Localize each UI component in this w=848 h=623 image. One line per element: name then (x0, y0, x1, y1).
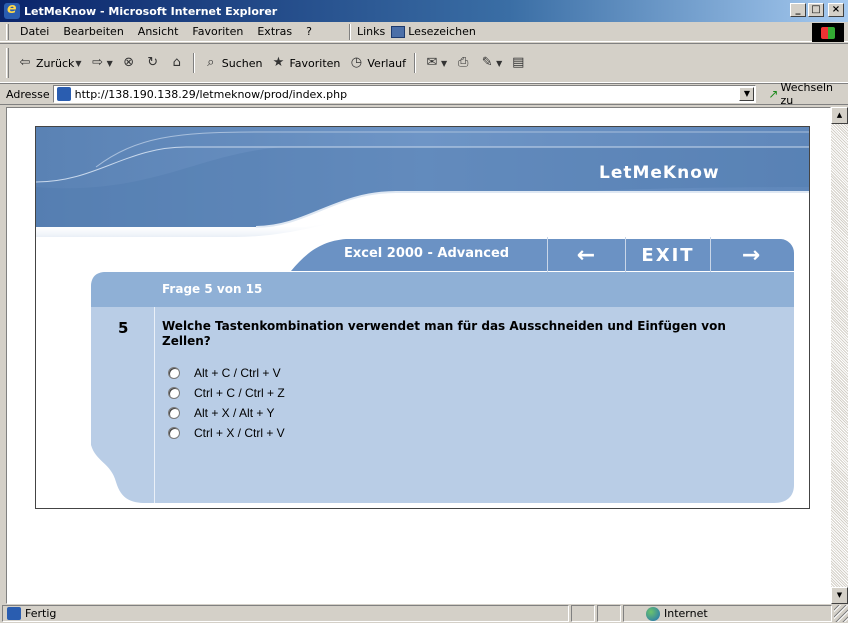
menu-datei[interactable]: Datei (13, 25, 56, 38)
address-bar: Adresse http://138.190.138.29/letmeknow/… (0, 81, 848, 107)
history-label: Verlauf (367, 56, 406, 70)
resize-grip-icon[interactable] (834, 605, 848, 622)
zone-label: Internet (663, 607, 708, 620)
answer-option[interactable]: Ctrl + X / Ctrl + V (168, 423, 285, 443)
forward-button[interactable]: ⇨ ▼ (86, 52, 117, 74)
search-icon: ⌕ (207, 55, 215, 70)
discuss-icon: ▤ (512, 55, 525, 70)
page-status-icon (7, 607, 21, 620)
mail-button[interactable]: ✉ ▼ (420, 52, 451, 74)
question-number: 5 (118, 319, 129, 337)
standard-toolbar: ⇦ Zurück ▼ ⇨ ▼ ⊗ ↻ ⌂ ⌕ Suchen ★ Favorite… (0, 43, 848, 83)
links-label[interactable]: Links (357, 25, 385, 38)
discuss-button[interactable]: ▤ (506, 52, 530, 74)
globe-icon (645, 606, 660, 621)
answer-options: Alt + C / Ctrl + V Ctrl + C / Ctrl + Z A… (168, 363, 285, 443)
bookmark-icon (391, 25, 406, 38)
answer-label[interactable]: Ctrl + X / Ctrl + V (194, 426, 285, 440)
menu-extras[interactable]: Extras (250, 25, 299, 38)
window-controls: _ □ × (790, 3, 844, 17)
menu-bearbeiten[interactable]: Bearbeiten (56, 25, 130, 38)
back-label: Zurück (36, 56, 75, 70)
question-progress: Frage 5 von 15 (162, 282, 263, 296)
answer-option[interactable]: Alt + X / Alt + Y (168, 403, 285, 423)
radio-button[interactable] (168, 407, 180, 419)
back-dropdown-icon[interactable]: ▼ (75, 59, 81, 68)
mail-icon: ✉ (426, 55, 438, 70)
print-button[interactable]: ⎙ (451, 52, 475, 74)
edit-icon: ✎ (481, 55, 493, 70)
go-arrow-icon: ↗ (768, 87, 779, 101)
toolbar-separator (414, 53, 416, 73)
status-message: Fertig (2, 605, 570, 622)
edit-dropdown-icon[interactable]: ▼ (496, 59, 502, 68)
menu-favoriten[interactable]: Favoriten (185, 25, 250, 38)
stop-button[interactable]: ⊗ (117, 52, 141, 74)
go-label: Wechseln zu (780, 81, 834, 107)
status-text: Fertig (25, 607, 57, 620)
status-panel (571, 605, 596, 622)
letmeknow-app: LetMeKnow Excel 2000 - Advanced ← EXIT →… (35, 126, 810, 509)
answer-label[interactable]: Alt + X / Alt + Y (194, 406, 275, 420)
address-dropdown-icon[interactable]: ▼ (739, 87, 755, 101)
menu-ansicht[interactable]: Ansicht (131, 25, 186, 38)
forward-arrow-icon: ⇨ (92, 55, 104, 70)
radio-button[interactable] (168, 387, 180, 399)
mail-dropdown-icon[interactable]: ▼ (441, 59, 447, 68)
stop-icon: ⊗ (123, 55, 135, 70)
refresh-icon: ↻ (147, 55, 159, 70)
scroll-up-icon[interactable]: ▲ (831, 107, 848, 124)
question-text: Welche Tastenkombination verwendet man f… (162, 319, 726, 348)
security-zone: Internet (622, 605, 833, 622)
window-title: LetMeKnow - Microsoft Internet Explorer (24, 4, 278, 18)
answer-label[interactable]: Ctrl + C / Ctrl + Z (194, 386, 285, 400)
bookmark-link[interactable]: Lesezeichen (391, 25, 476, 38)
question-panel-shape (91, 272, 794, 503)
minimize-button[interactable]: _ (790, 3, 806, 17)
answer-option[interactable]: Ctrl + C / Ctrl + Z (168, 383, 285, 403)
refresh-button[interactable]: ↻ (141, 52, 165, 74)
answer-label[interactable]: Alt + C / Ctrl + V (194, 366, 281, 380)
home-icon: ⌂ (172, 55, 181, 70)
go-button[interactable]: ↗ Wechseln zu (768, 81, 848, 107)
address-input[interactable]: http://138.190.138.29/letmeknow/prod/ind… (52, 85, 757, 103)
vertical-scrollbar[interactable]: ▲ ▼ (831, 107, 848, 604)
menu-grip[interactable] (6, 23, 9, 40)
favorites-icon: ★ (272, 55, 285, 70)
back-arrow-icon: ⇦ (19, 55, 31, 70)
address-url[interactable]: http://138.190.138.29/letmeknow/prod/ind… (75, 88, 347, 101)
status-panel (597, 605, 621, 622)
close-button[interactable]: × (828, 3, 844, 17)
forward-dropdown-icon[interactable]: ▼ (107, 59, 113, 68)
scroll-down-icon[interactable]: ▼ (831, 587, 848, 604)
status-bar: Fertig Internet (0, 604, 848, 623)
address-label: Adresse (6, 87, 50, 101)
ie-icon (4, 1, 20, 19)
home-button[interactable]: ⌂ (165, 52, 189, 74)
toolbar-grip[interactable] (6, 48, 9, 78)
toolbar-separator (192, 53, 195, 73)
favorites-button[interactable]: ★ Favoriten (266, 52, 344, 74)
title-bar: LetMeKnow - Microsoft Internet Explorer … (0, 0, 848, 22)
menu-help[interactable]: ? (299, 25, 319, 38)
links-separator (348, 23, 351, 40)
print-icon: ⎙ (457, 55, 469, 70)
page-icon (56, 87, 71, 101)
bookmark-label: Lesezeichen (408, 25, 476, 38)
menu-bar: Datei Bearbeiten Ansicht Favoriten Extra… (0, 22, 848, 42)
maximize-button[interactable]: □ (808, 3, 824, 17)
page-content: LetMeKnow Excel 2000 - Advanced ← EXIT →… (6, 107, 831, 604)
answer-option[interactable]: Alt + C / Ctrl + V (168, 363, 285, 383)
radio-button[interactable] (168, 427, 180, 439)
search-label: Suchen (221, 56, 263, 70)
search-button[interactable]: ⌕ Suchen (199, 52, 267, 74)
back-button[interactable]: ⇦ Zurück ▼ (13, 52, 86, 74)
history-button[interactable]: ◷ Verlauf (344, 52, 410, 74)
edit-button[interactable]: ✎ ▼ (475, 52, 506, 74)
favorites-label: Favoriten (289, 56, 341, 70)
radio-button[interactable] (168, 367, 180, 379)
windows-logo-icon (812, 23, 844, 42)
history-icon: ◷ (350, 55, 363, 70)
